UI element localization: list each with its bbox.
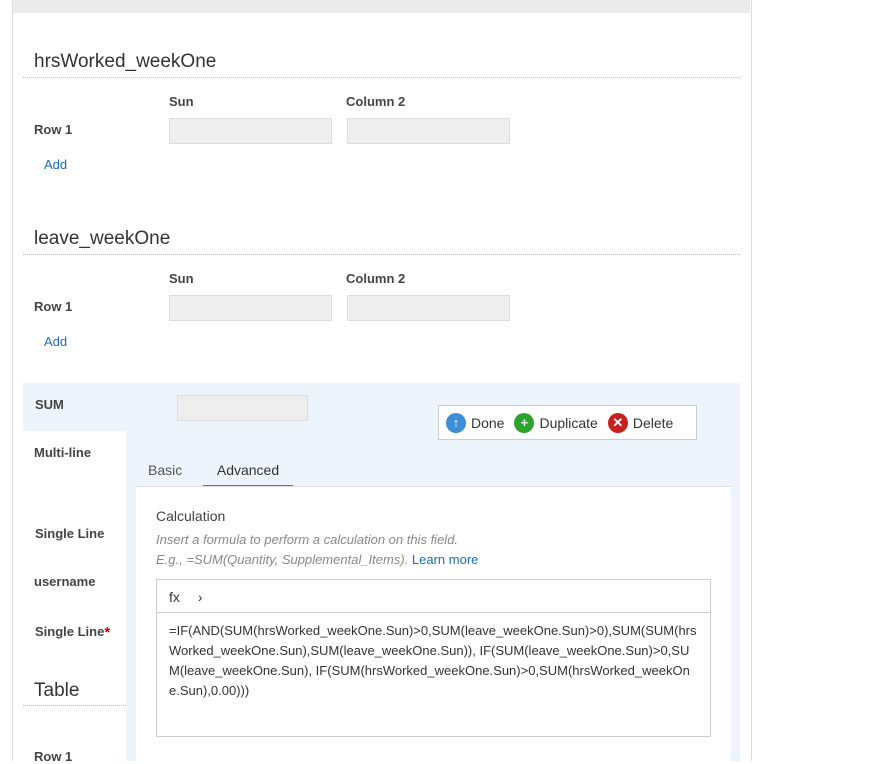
plus-icon: +: [514, 412, 535, 433]
left-field-column: [23, 431, 126, 761]
column-header: Sun: [169, 94, 194, 109]
add-row-link[interactable]: Add: [44, 157, 67, 172]
calculation-title: Calculation: [156, 508, 226, 524]
chevron-right-icon[interactable]: ›: [198, 589, 203, 605]
field-item[interactable]: Multi-line: [34, 445, 91, 460]
done-label: Done: [471, 414, 505, 431]
calculation-example: E.g., =SUM(Quantity, Supplemental_Items)…: [156, 552, 409, 567]
row-label: Row 1: [34, 749, 73, 764]
section-title: hrsWorked_weekOne: [34, 51, 217, 72]
add-row-link[interactable]: Add: [44, 334, 67, 349]
row-label: Row 1: [34, 299, 73, 314]
row-label: Row 1: [34, 122, 73, 137]
sum-field-input[interactable]: [177, 395, 308, 421]
column-header: Column 2: [346, 271, 406, 286]
table-cell-input[interactable]: [347, 295, 510, 321]
done-button[interactable]: ↑ Done: [446, 412, 505, 433]
calculation-help: Insert a formula to perform a calculatio…: [156, 532, 459, 547]
table-cell-input[interactable]: [169, 295, 332, 321]
divider: [23, 254, 740, 255]
arrow-up-icon: ↑: [446, 412, 466, 433]
field-item[interactable]: username: [34, 574, 95, 589]
tab-basic[interactable]: Basic: [148, 462, 182, 478]
field-label: SUM: [35, 397, 64, 412]
divider: [23, 705, 126, 706]
field-item[interactable]: Single Line*: [35, 624, 110, 641]
duplicate-label: Duplicate: [539, 414, 598, 431]
table-cell-input[interactable]: [347, 118, 510, 144]
formula-toolbar: fx ›: [156, 579, 711, 613]
delete-button[interactable]: ✕ Delete: [607, 412, 674, 433]
field-item[interactable]: Single Line: [35, 526, 104, 541]
field-actions: ↑ Done + Duplicate ✕ Delete: [438, 405, 697, 440]
column-header: Sun: [169, 271, 194, 286]
delete-label: Delete: [632, 414, 674, 431]
fx-button[interactable]: fx: [169, 589, 180, 605]
close-icon: ✕: [607, 412, 628, 433]
required-indicator: *: [104, 624, 111, 641]
top-bar: [13, 0, 750, 13]
table-title: Table: [34, 680, 80, 701]
table-cell-input[interactable]: [169, 118, 332, 144]
formula-textarea[interactable]: =IF(AND(SUM(hrsWorked_weekOne.Sun)>0,SUM…: [156, 612, 711, 737]
divider: [23, 77, 740, 78]
section-title: leave_weekOne: [34, 228, 171, 249]
learn-more-link[interactable]: Learn more: [412, 552, 478, 567]
tab-advanced[interactable]: Advanced: [203, 462, 293, 488]
field-item-label: Single Line: [35, 624, 105, 639]
duplicate-button[interactable]: + Duplicate: [514, 412, 598, 433]
column-header: Column 2: [346, 94, 406, 109]
